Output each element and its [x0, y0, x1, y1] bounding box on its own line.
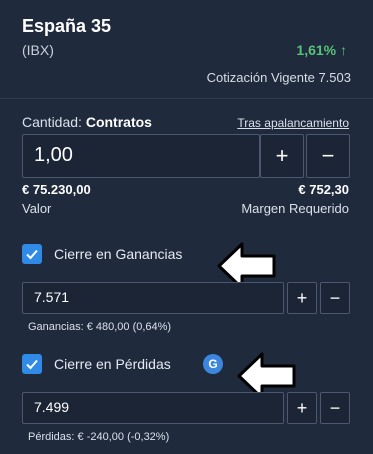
stop-loss-increase-button[interactable]: +	[287, 392, 317, 424]
stop-loss-decrease-button[interactable]: −	[320, 392, 350, 424]
take-profit-value: 7.571	[34, 289, 70, 305]
quantity-value: 1,00	[34, 144, 73, 166]
take-profit-summary: Ganancias: € 480,00 (0,64%)	[28, 321, 172, 333]
leverage-link[interactable]: Tras apalancamiento	[237, 116, 349, 130]
check-icon	[26, 249, 38, 260]
price-change: 1,61% ↑	[296, 42, 347, 58]
take-profit-increase-button[interactable]: +	[287, 282, 317, 314]
take-profit-label: Cierre en Ganancias	[54, 246, 183, 262]
quote-value: 7.503	[318, 70, 351, 85]
required-margin: € 752,30	[298, 182, 349, 197]
quantity-decrease-button[interactable]: −	[306, 134, 350, 178]
take-profit-checkbox[interactable]	[22, 244, 42, 264]
stop-loss-value: 7.499	[34, 399, 70, 415]
guaranteed-stop-badge[interactable]: G	[203, 354, 223, 374]
stop-loss-summary: Pérdidas: € -240,00 (-0,32%)	[28, 431, 170, 443]
quantity-label: Cantidad: Contratos	[22, 114, 152, 130]
check-icon	[26, 359, 38, 370]
stop-loss-label: Cierre en Pérdidas	[54, 356, 171, 372]
required-margin-label: Margen Requerido	[241, 201, 349, 216]
stop-loss-checkbox[interactable]	[22, 354, 42, 374]
quantity-increase-button[interactable]: +	[260, 134, 304, 178]
current-quote: Cotización Vigente 7.503	[207, 70, 351, 85]
instrument-code: (IBX)	[22, 42, 54, 58]
instrument-title: España 35	[22, 16, 112, 36]
position-value: € 75.230,00	[22, 182, 91, 197]
quantity-unit: Contratos	[85, 114, 152, 130]
divider	[0, 98, 373, 99]
quote-label: Cotización Vigente	[206, 70, 315, 85]
quantity-label-text: Cantidad:	[22, 114, 82, 130]
take-profit-decrease-button[interactable]: −	[320, 282, 350, 314]
position-value-label: Valor	[22, 201, 52, 216]
